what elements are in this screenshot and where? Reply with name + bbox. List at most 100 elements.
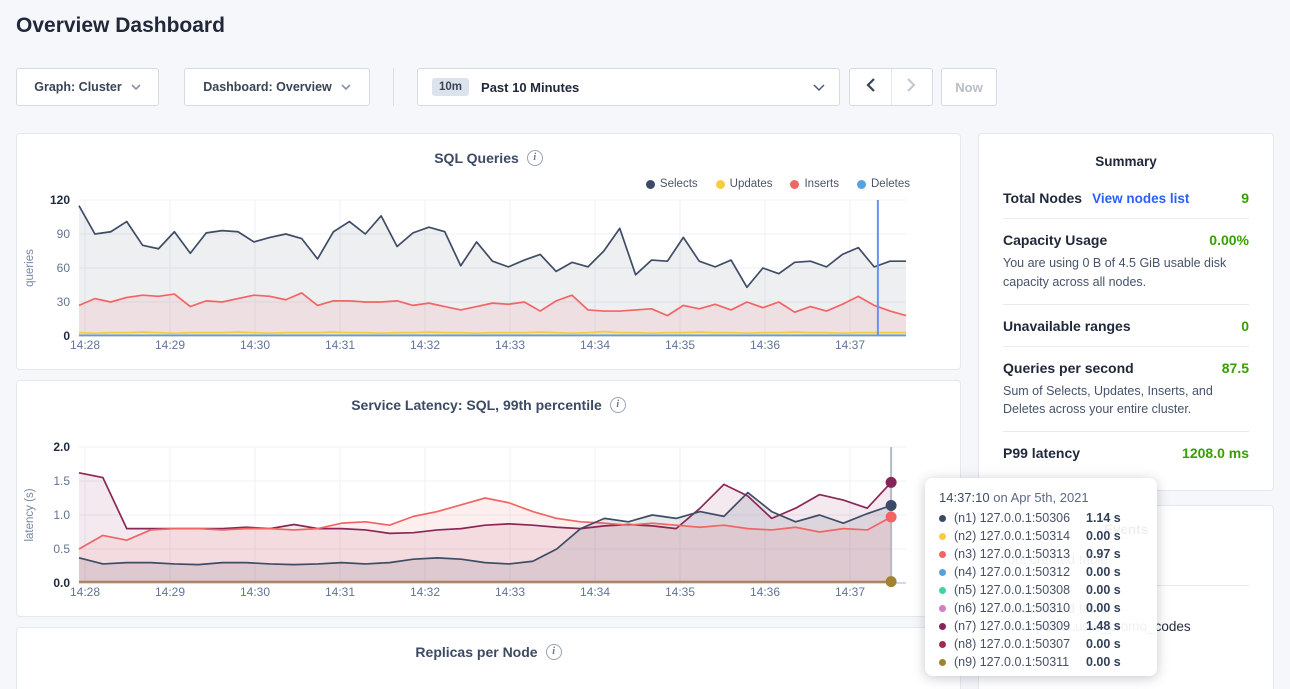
graph-dropdown[interactable]: Graph: Cluster [16, 68, 159, 106]
summary-row-unavailable-ranges: Unavailable ranges 0 [1003, 305, 1249, 347]
legend-label: Deletes [871, 178, 910, 190]
sql-queries-legend: Selects Updates Inserts Deletes [646, 178, 910, 190]
sql-queries-title: SQL Queries [434, 150, 519, 166]
sql-queries-card: SQL Queries i Selects Updates Inserts Delet… [16, 133, 961, 370]
legend-dot-icon [716, 180, 725, 189]
tooltip-timestamp: 14:37:10 on Apr 5th, 2021 [939, 490, 1143, 505]
legend-item-selects[interactable]: Selects [646, 178, 698, 190]
summary-row-qps: Queries per second 87.5 Sum of Selects, … [1003, 347, 1249, 433]
summary-row-capacity: Capacity Usage 0.00% You are using 0 B o… [1003, 219, 1249, 305]
node-color-dot-icon [939, 587, 946, 594]
legend-item-deletes[interactable]: Deletes [857, 178, 910, 190]
svg-text:14:36: 14:36 [750, 338, 780, 352]
time-range-label: Past 10 Minutes [481, 80, 579, 95]
chart-hover-tooltip: 14:37:10 on Apr 5th, 2021 (n1) 127.0.0.1… [925, 478, 1157, 676]
legend-label: Inserts [804, 178, 839, 190]
svg-text:14:32: 14:32 [410, 338, 440, 352]
tooltip-node-value: 0.00 s [1086, 635, 1121, 653]
tooltip-node-row: (n1) 127.0.0.1:503061.14 s [939, 509, 1143, 527]
svg-text:14:33: 14:33 [495, 585, 525, 599]
svg-text:60: 60 [57, 261, 71, 275]
tooltip-node-value: 1.48 s [1086, 617, 1121, 635]
tooltip-node-label: (n6) 127.0.0.1:50310 [954, 599, 1086, 617]
tooltip-node-label: (n9) 127.0.0.1:50311 [954, 653, 1086, 671]
tooltip-node-label: (n8) 127.0.0.1:50307 [954, 635, 1086, 653]
capacity-usage-value: 0.00% [1209, 232, 1249, 248]
info-icon[interactable]: i [546, 644, 562, 660]
tooltip-node-value: 0.00 s [1086, 527, 1121, 545]
tooltip-node-row: (n5) 127.0.0.1:503080.00 s [939, 581, 1143, 599]
tooltip-node-row: (n7) 127.0.0.1:503091.48 s [939, 617, 1143, 635]
tooltip-node-value: 0.97 s [1086, 545, 1121, 563]
info-icon[interactable]: i [610, 397, 626, 413]
unavailable-ranges-label: Unavailable ranges [1003, 318, 1131, 334]
node-color-dot-icon [939, 623, 946, 630]
info-icon[interactable]: i [527, 150, 543, 166]
controls-divider [393, 68, 394, 106]
time-step-buttons [849, 68, 933, 106]
tooltip-node-row: (n4) 127.0.0.1:503120.00 s [939, 563, 1143, 581]
now-button[interactable]: Now [941, 68, 997, 106]
node-color-dot-icon [939, 605, 946, 612]
chevron-down-icon [341, 84, 351, 90]
svg-text:14:29: 14:29 [155, 585, 185, 599]
svg-text:queries: queries [24, 249, 36, 287]
tooltip-node-label: (n2) 127.0.0.1:50314 [954, 527, 1086, 545]
legend-item-updates[interactable]: Updates [716, 178, 773, 190]
node-color-dot-icon [939, 533, 946, 540]
tooltip-node-label: (n1) 127.0.0.1:50306 [954, 509, 1086, 527]
overview-dashboard-page: Overview Dashboard Graph: Cluster Dashbo… [0, 0, 1290, 689]
qps-desc: Sum of Selects, Updates, Inserts, and De… [1003, 382, 1249, 420]
total-nodes-value: 9 [1241, 190, 1249, 206]
tooltip-node-value: 0.00 s [1086, 599, 1121, 617]
tooltip-node-label: (n3) 127.0.0.1:50313 [954, 545, 1086, 563]
next-range-button[interactable] [891, 69, 932, 105]
tooltip-node-label: (n7) 127.0.0.1:50309 [954, 617, 1086, 635]
dashboard-dropdown[interactable]: Dashboard: Overview [184, 68, 370, 106]
qps-label: Queries per second [1003, 360, 1134, 376]
svg-text:14:32: 14:32 [410, 585, 440, 599]
node-color-dot-icon [939, 659, 946, 666]
prev-range-button[interactable] [850, 69, 891, 105]
svg-text:14:30: 14:30 [240, 338, 270, 352]
tooltip-node-row: (n3) 127.0.0.1:503130.97 s [939, 545, 1143, 563]
svg-text:latency (s): latency (s) [24, 488, 36, 541]
summary-row-total-nodes: Total Nodes View nodes list 9 [1003, 177, 1249, 219]
time-range-dropdown[interactable]: 10m Past 10 Minutes [417, 68, 840, 106]
node-color-dot-icon [939, 641, 946, 648]
tooltip-node-row: (n8) 127.0.0.1:503070.00 s [939, 635, 1143, 653]
svg-text:14:34: 14:34 [580, 585, 610, 599]
page-title: Overview Dashboard [16, 14, 225, 38]
legend-label: Updates [730, 178, 773, 190]
legend-item-inserts[interactable]: Inserts [790, 178, 839, 190]
svg-text:14:37: 14:37 [835, 585, 865, 599]
svg-text:14:33: 14:33 [495, 338, 525, 352]
legend-label: Selects [660, 178, 698, 190]
summary-title: Summary [1003, 154, 1249, 169]
qps-value: 87.5 [1222, 360, 1249, 376]
legend-dot-icon [790, 180, 799, 189]
tooltip-node-value: 0.00 s [1086, 581, 1121, 599]
replicas-per-node-card: Replicas per Node i [16, 627, 961, 689]
unavailable-ranges-value: 0 [1241, 318, 1249, 334]
graph-dropdown-label: Graph: Cluster [34, 80, 122, 94]
chevron-down-icon [131, 84, 141, 90]
svg-text:90: 90 [57, 227, 71, 241]
svg-text:14:31: 14:31 [325, 585, 355, 599]
sql-queries-chart[interactable]: 030609012014:2814:2914:3014:3114:3214:33… [17, 190, 962, 365]
tooltip-node-label: (n5) 127.0.0.1:50308 [954, 581, 1086, 599]
svg-text:2.0: 2.0 [53, 440, 70, 454]
p99-latency-label: P99 latency [1003, 445, 1080, 461]
service-latency-chart[interactable]: 0.00.51.01.52.014:2814:2914:3014:3114:32… [17, 437, 962, 612]
view-nodes-list-link[interactable]: View nodes list [1092, 191, 1189, 206]
svg-text:1.0: 1.0 [53, 508, 70, 522]
tooltip-node-row: (n6) 127.0.0.1:503100.00 s [939, 599, 1143, 617]
node-color-dot-icon [939, 551, 946, 558]
svg-text:14:31: 14:31 [325, 338, 355, 352]
tooltip-node-value: 0.00 s [1086, 563, 1121, 581]
svg-text:14:28: 14:28 [70, 585, 100, 599]
service-latency-title: Service Latency: SQL, 99th percentile [351, 397, 602, 413]
capacity-usage-desc: You are using 0 B of 4.5 GiB usable disk… [1003, 254, 1249, 292]
svg-text:14:35: 14:35 [665, 585, 695, 599]
chevron-right-icon [907, 78, 916, 97]
